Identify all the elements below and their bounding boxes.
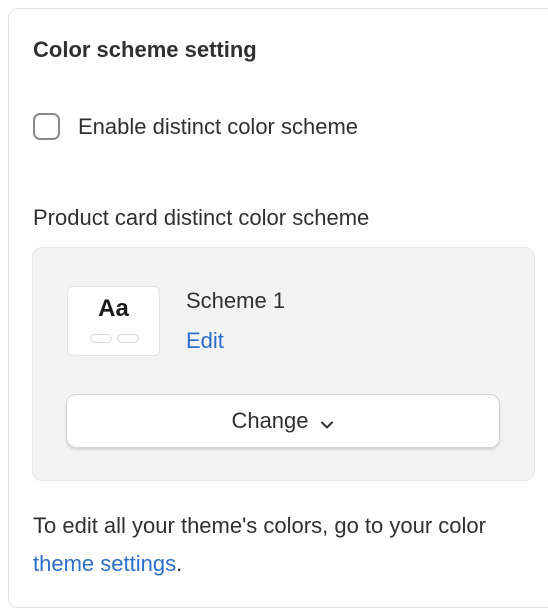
preview-button-shape — [117, 334, 139, 343]
section-title: Color scheme setting — [33, 37, 257, 62]
color-scheme-panel: Color scheme setting Enable distinct col… — [8, 8, 548, 608]
scheme-preview-text: Aa — [98, 295, 129, 322]
theme-settings-link[interactable]: theme settings — [33, 551, 176, 576]
scheme-name: Scheme 1 — [186, 288, 286, 313]
edit-scheme-link[interactable]: Edit — [186, 328, 224, 354]
help-text-prefix: To edit all your theme's colors, go to y… — [33, 513, 486, 538]
chevron-down-icon — [319, 413, 335, 429]
scheme-preview: Aa — [67, 286, 160, 356]
checkbox-box[interactable] — [33, 113, 60, 140]
change-button-label: Change — [231, 408, 309, 433]
checkbox-label: Enable distinct color scheme — [78, 113, 359, 139]
product-card-scheme-label: Product card distinct color scheme — [33, 205, 370, 230]
change-scheme-button[interactable]: Change — [66, 394, 500, 448]
enable-distinct-color-scheme-checkbox[interactable]: Enable distinct color scheme — [33, 113, 358, 140]
preview-button-shape — [90, 334, 112, 343]
theme-settings-help: To edit all your theme's colors, go to y… — [33, 507, 513, 583]
scheme-picker-card: Aa Scheme 1 Edit Change — [32, 247, 535, 481]
help-text-suffix: . — [176, 551, 183, 576]
